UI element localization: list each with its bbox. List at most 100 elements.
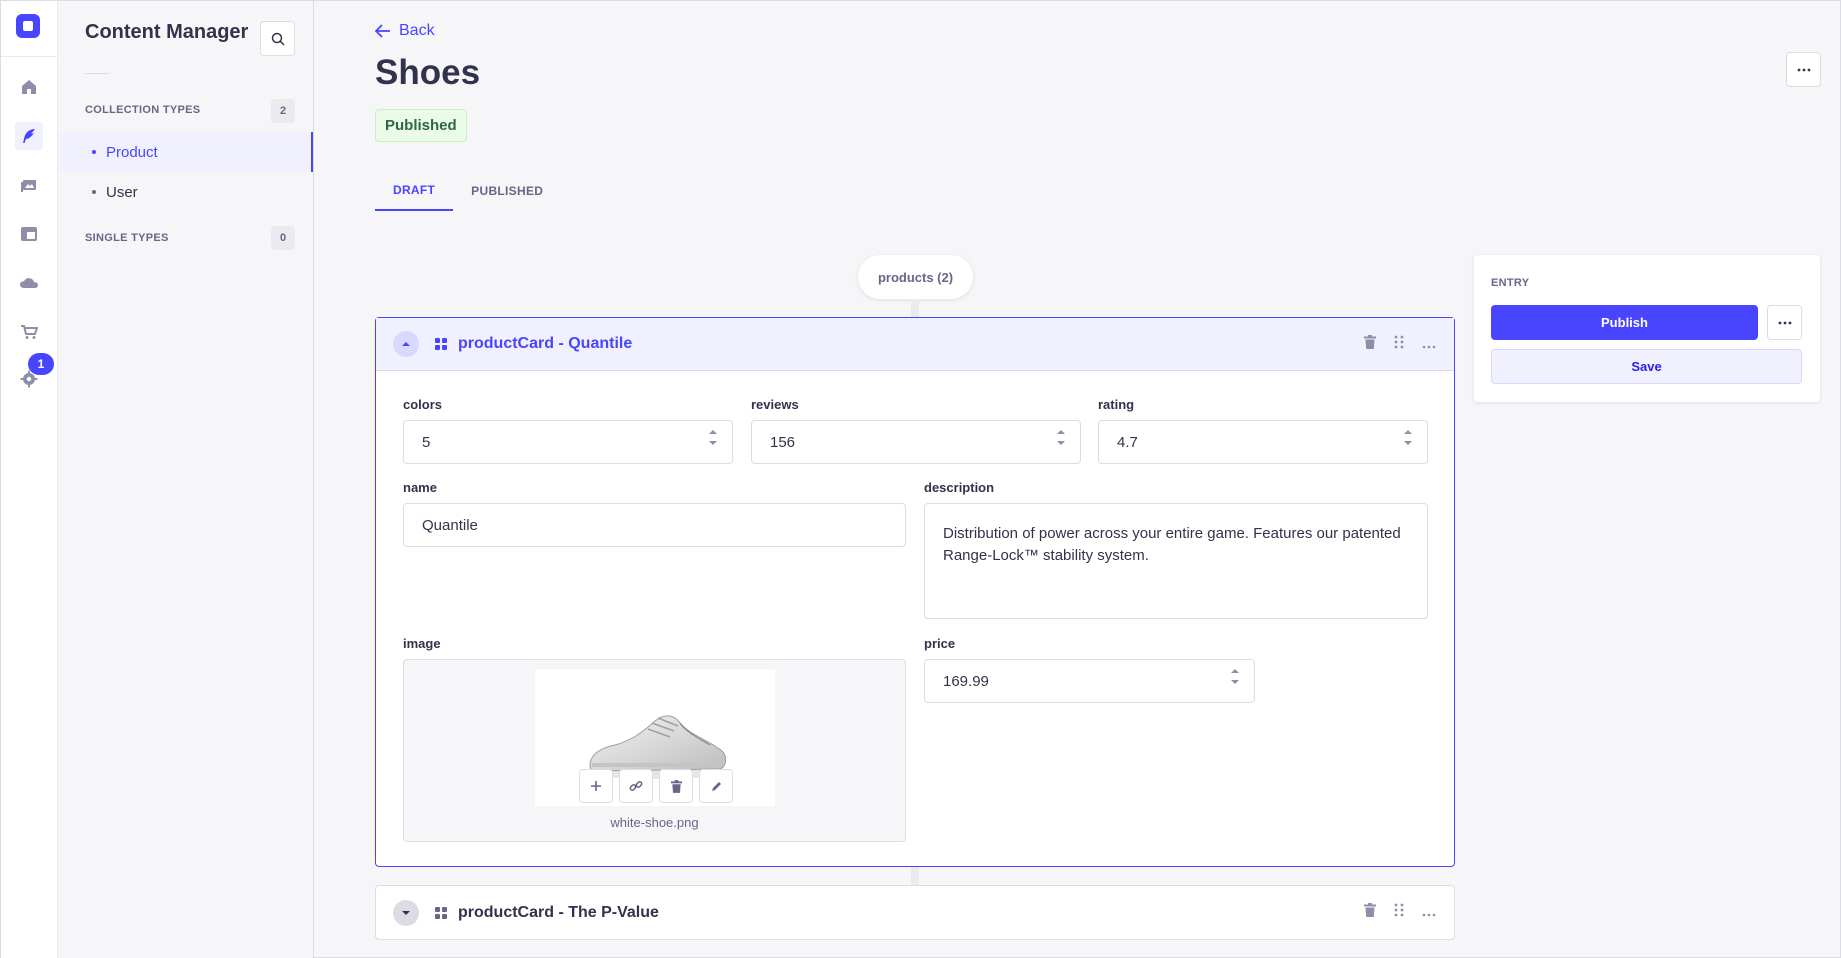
bullet-icon [92,190,96,194]
rating-input[interactable]: 4.7 [1098,420,1428,464]
rail-divider [1,56,58,57]
status-badge: Published [375,109,467,142]
sidebar-item-user[interactable]: User [58,172,313,212]
copy-link-button[interactable] [619,769,653,803]
collapse-button[interactable] [393,331,419,357]
increment-icon[interactable] [1403,429,1413,435]
component-count-pill: products (2) [858,255,973,299]
more-icon [1778,321,1791,324]
more-icon[interactable] [1422,904,1436,922]
colors-label: colors [403,397,443,412]
back-label: Back [399,22,435,39]
price-label: price [924,636,956,651]
tab-published[interactable]: PUBLISHED [453,171,561,211]
more-icon[interactable] [1422,336,1436,354]
search-icon [271,32,285,46]
description-label: description [924,480,995,495]
sidebar-item-label: User [106,183,138,201]
component-grid-icon [435,338,447,350]
media-toolbar [579,769,733,803]
collection-types-heading: COLLECTION TYPES [85,104,201,116]
publish-button[interactable]: Publish [1491,305,1758,340]
settings-notification-badge: 1 [28,353,54,375]
decrement-icon[interactable] [1403,440,1413,446]
price-input[interactable]: 169.99 [924,659,1255,703]
chevron-up-icon [402,342,410,346]
home-icon[interactable] [15,73,43,101]
entry-more-button[interactable] [1767,305,1802,340]
save-button[interactable]: Save [1491,349,1802,384]
colors-value: 5 [422,433,431,451]
colors-input[interactable]: 5 [403,420,733,464]
name-label: name [403,480,437,495]
name-input[interactable]: Quantile [403,503,906,547]
plus-icon [591,781,601,791]
feather-icon[interactable] [15,122,43,150]
reviews-input[interactable]: 156 [751,420,1081,464]
sidebar-search-button[interactable] [260,21,295,56]
rating-value: 4.7 [1117,433,1138,451]
collection-types-count: 2 [271,99,295,123]
sidebar-item-label: Product [106,143,158,161]
main-nav-rail: 1 [1,1,58,958]
rating-label: rating [1098,397,1135,412]
trash-icon[interactable] [1364,903,1376,922]
description-value: Distribution of power across your entire… [943,525,1401,564]
increment-icon[interactable] [1230,668,1240,674]
arrow-left-icon [375,24,390,38]
trash-icon [670,779,682,793]
layout-icon[interactable] [15,220,43,248]
cart-icon[interactable] [15,318,43,346]
add-asset-button[interactable] [579,769,613,803]
entry-heading: ENTRY [1491,277,1530,289]
logo-icon[interactable] [16,14,40,38]
decrement-icon[interactable] [708,440,718,446]
link-icon [629,781,643,791]
component-card-p-value: productCard - The P-Value [375,885,1455,940]
cloud-icon[interactable] [15,269,43,297]
component-grid-icon [435,906,447,919]
chevron-down-icon [402,910,410,915]
price-value: 169.99 [943,672,989,690]
image-filename: white-shoe.png [610,815,699,830]
drag-handle-icon[interactable] [1394,335,1404,354]
page-title: Shoes [375,53,481,92]
card-header[interactable]: productCard - Quantile [376,318,1454,371]
more-icon [1797,68,1810,71]
increment-icon[interactable] [708,429,718,435]
card-header[interactable]: productCard - The P-Value [376,886,1454,939]
card-title: productCard - The P-Value [458,903,659,921]
reviews-label: reviews [751,397,799,412]
image-media-field[interactable]: white-shoe.png [403,659,906,842]
image-label: image [403,636,441,651]
sidebar-item-product[interactable]: Product [58,132,313,172]
reviews-value: 156 [770,433,796,451]
component-card-quantile: productCard - Quantile colors 5 reviews … [375,317,1455,867]
decrement-icon[interactable] [1056,440,1066,446]
sidebar-divider [85,73,109,74]
name-value: Quantile [422,516,478,534]
expand-button[interactable] [393,899,419,926]
single-types-count: 0 [271,226,295,250]
trash-icon[interactable] [1364,335,1376,354]
content-manager-sidebar: Content Manager COLLECTION TYPES 2 Produ… [58,1,314,958]
entry-panel: ENTRY Publish Save [1474,255,1820,402]
sidebar-title: Content Manager [85,21,249,43]
bullet-icon [92,150,96,154]
pencil-icon [711,781,721,791]
media-icon[interactable] [15,171,43,199]
edit-asset-button[interactable] [699,769,733,803]
single-types-heading: SINGLE TYPES [85,232,169,244]
connector-line [911,299,919,317]
back-link[interactable]: Back [375,22,435,40]
header-more-button[interactable] [1786,52,1821,87]
decrement-icon[interactable] [1230,679,1240,685]
drag-handle-icon[interactable] [1394,903,1404,922]
card-title: productCard - Quantile [458,335,633,352]
description-textarea[interactable]: Distribution of power across your entire… [924,503,1428,619]
increment-icon[interactable] [1056,429,1066,435]
delete-asset-button[interactable] [659,769,693,803]
version-tabs: DRAFT PUBLISHED [375,171,561,211]
connector-line [911,867,919,885]
tab-draft[interactable]: DRAFT [375,171,454,211]
